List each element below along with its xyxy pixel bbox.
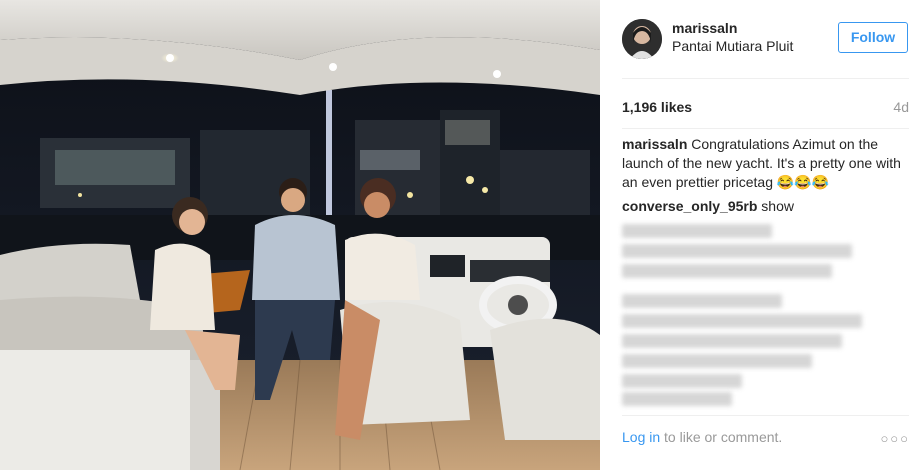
footer-divider bbox=[622, 415, 909, 416]
header-divider bbox=[622, 78, 909, 79]
blurred-comments bbox=[622, 218, 912, 408]
post-caption: marissaln Congratulations Azimut on the … bbox=[622, 135, 907, 192]
follow-button[interactable]: Follow bbox=[838, 22, 908, 53]
comment-text: show bbox=[757, 198, 794, 214]
likes-divider bbox=[622, 128, 909, 129]
caption-username[interactable]: marissaln bbox=[622, 136, 687, 152]
comment-item: converse_only_95rb show bbox=[622, 197, 907, 216]
likes-count[interactable]: 1,196 likes bbox=[622, 99, 692, 115]
location-link[interactable]: Pantai Mutiara Pluit bbox=[672, 38, 793, 54]
more-options-icon[interactable]: ○○○ bbox=[880, 431, 910, 446]
login-prompt: Log in to like or comment. bbox=[622, 429, 782, 445]
username-link[interactable]: marissaln bbox=[672, 20, 737, 36]
login-link[interactable]: Log in bbox=[622, 429, 660, 445]
post-details-panel: marissaln Pantai Mutiara Pluit Follow 1,… bbox=[600, 0, 921, 470]
login-prompt-text: to like or comment. bbox=[660, 429, 783, 445]
post-photo[interactable] bbox=[0, 0, 600, 470]
comment-username[interactable]: converse_only_95rb bbox=[622, 198, 757, 214]
post-age[interactable]: 4d bbox=[893, 99, 909, 115]
avatar[interactable] bbox=[622, 19, 662, 59]
post-header: marissaln Pantai Mutiara Pluit Follow bbox=[600, 0, 921, 78]
